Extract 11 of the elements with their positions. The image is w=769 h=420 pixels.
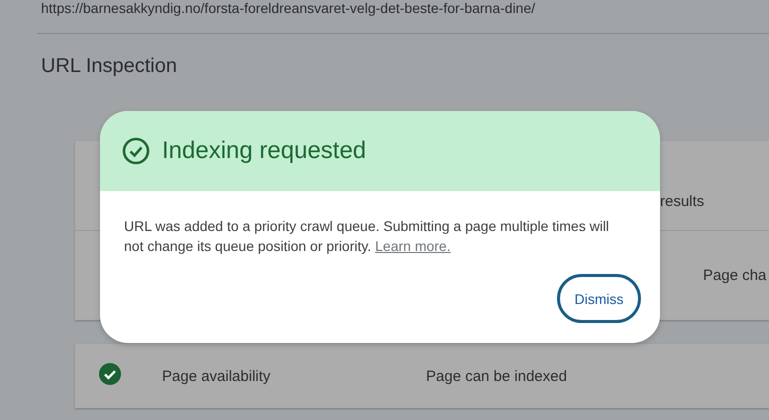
dialog-title: Indexing requested xyxy=(162,137,366,165)
row-value: Page cha xyxy=(703,267,766,284)
dismiss-button[interactable]: Dismiss xyxy=(557,274,641,323)
dialog-message: URL was added to a priority crawl queue. Submitting a page multiple times will not change its queue position or priority. Learn more. xyxy=(124,217,610,256)
learn-more-link[interactable]: Learn more. xyxy=(375,238,451,254)
row-value: results xyxy=(660,193,704,210)
row-label: Page availability xyxy=(162,368,272,384)
page-url: https://barnesakkyndig.no/forsta-foreldreansvaret-velg-det-beste-for-barna-dine/ xyxy=(41,0,536,17)
row-value: Page can be indexed xyxy=(426,368,568,384)
page-title: URL Inspection xyxy=(41,55,178,79)
check-circle-icon xyxy=(122,137,150,165)
